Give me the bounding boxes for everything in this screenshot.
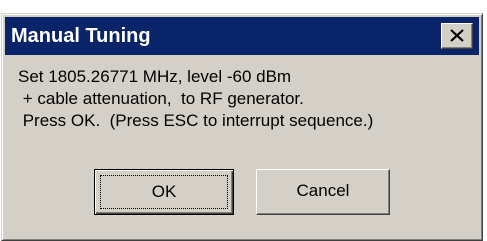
title-bar[interactable]: Manual Tuning xyxy=(5,17,479,55)
message-line: + cable attenuation, to RF generator. xyxy=(18,89,304,108)
cancel-button[interactable]: Cancel xyxy=(256,169,390,215)
close-icon xyxy=(450,29,464,42)
ok-button[interactable]: OK xyxy=(94,169,234,215)
message-text: Set 1805.26771 MHz, level -60 dBm + cabl… xyxy=(18,66,373,132)
message-line: Press OK. (Press ESC to interrupt sequen… xyxy=(18,111,374,130)
close-button[interactable] xyxy=(441,23,473,49)
dialog-title: Manual Tuning xyxy=(11,25,151,47)
manual-tuning-dialog: Manual Tuning Set 1805.26771 MHz, level … xyxy=(1,13,483,241)
message-line: Set 1805.26771 MHz, level -60 dBm xyxy=(18,67,292,86)
ok-button-label: OK xyxy=(100,175,228,209)
